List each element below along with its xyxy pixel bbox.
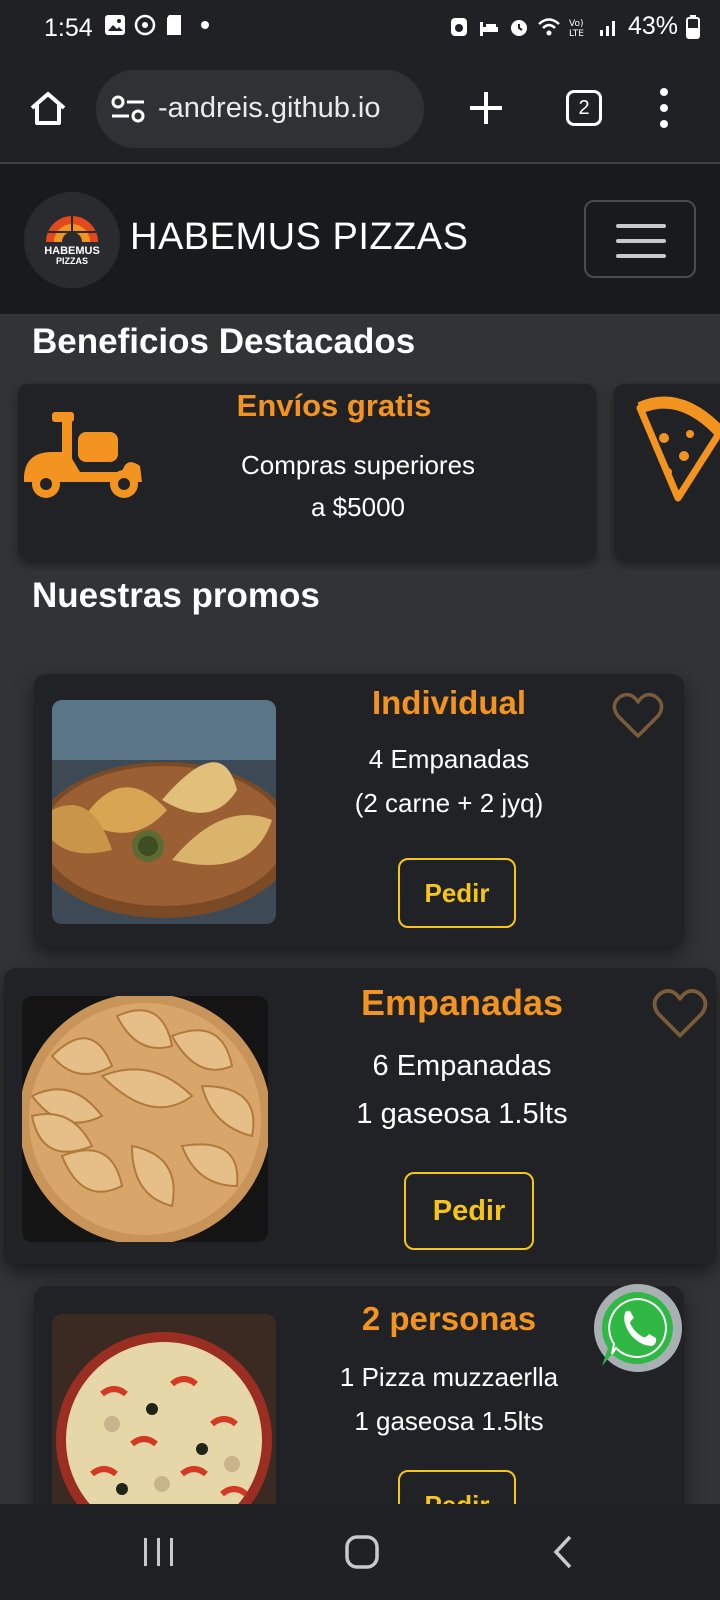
promo-line-2: 1 gaseosa 1.5lts	[354, 1406, 544, 1436]
site-navbar: HABEMUS PIZZAS HABEMUS PIZZAS	[0, 164, 720, 314]
promo-line-1: 6 Empanadas	[372, 1050, 552, 1082]
home-nav-icon[interactable]	[344, 1534, 380, 1570]
recent-apps-icon[interactable]	[142, 1536, 176, 1568]
dot-icon	[201, 21, 209, 29]
promo-card-individual: Individual 4 Empanadas (2 carne + 2 jyq)…	[34, 674, 684, 946]
system-navigation-bar	[0, 1504, 720, 1600]
promo-title: Individual	[371, 684, 526, 721]
benefit-title: Envíos gratis	[236, 388, 432, 423]
whatsapp-icon[interactable]	[592, 1282, 684, 1374]
status-bar: 1:54 Vo) LTE 43%	[0, 0, 720, 56]
back-icon[interactable]	[552, 1534, 574, 1570]
empanadas-round-tray-photo	[22, 996, 268, 1242]
promo-line-2: (2 carne + 2 jyq)	[354, 788, 544, 818]
promo-line-1: 4 Empanadas	[368, 744, 530, 774]
favorite-heart-icon[interactable]	[652, 988, 708, 1040]
home-icon[interactable]	[26, 86, 70, 130]
battery-icon	[686, 14, 700, 39]
benefit-card-2	[614, 384, 720, 560]
promo-line-1: 1 Pizza muzzaerlla	[339, 1362, 559, 1392]
promos-heading: Nuestras promos	[32, 576, 320, 615]
benefit-line-2: a $5000	[311, 492, 405, 522]
promo-card-2-personas: 2 personas 1 Pizza muzzaerlla 1 gaseosa …	[34, 1286, 684, 1504]
pizza-slice-icon	[636, 396, 720, 502]
logo-text-2: PIZZAS	[56, 256, 88, 266]
benefit-card: Envíos gratis Compras superiores a $5000	[18, 384, 596, 560]
battery-percent: 43%	[627, 12, 678, 40]
alarm-icon	[510, 19, 527, 36]
site-settings-icon[interactable]	[110, 94, 146, 124]
sync-icon	[134, 14, 156, 36]
benefits-heading: Beneficios Destacados	[32, 322, 416, 361]
svg-text:LTE: LTE	[569, 29, 584, 38]
signal-icon	[599, 20, 615, 36]
promo-line-2: 1 gaseosa 1.5lts	[356, 1098, 568, 1130]
promo-card-empanadas: Empanadas 6 Empanadas 1 gaseosa 1.5lts P…	[4, 968, 716, 1264]
pizza-oven-logo-icon: HABEMUS PIZZAS	[24, 192, 120, 288]
favorite-heart-icon[interactable]	[612, 692, 664, 740]
volte-icon: Vo)LTE	[569, 19, 584, 38]
pedir-button[interactable]: Pedir	[398, 858, 516, 928]
hamburger-icon	[616, 224, 666, 228]
recycle-icon	[450, 17, 467, 36]
brand-name[interactable]: HABEMUS PIZZAS	[130, 216, 469, 259]
address-bar[interactable]: -andreis.github.io	[96, 70, 424, 148]
navbar-toggle-button[interactable]	[584, 200, 696, 278]
site-logo[interactable]: HABEMUS PIZZAS	[24, 192, 120, 288]
pedir-button[interactable]: Pedir	[398, 1470, 516, 1504]
image-icon	[105, 15, 125, 35]
benefit-line-1: Compras superiores	[240, 450, 476, 480]
promo-title: 2 personas	[361, 1300, 537, 1337]
svg-text:Vo): Vo)	[569, 19, 583, 29]
sleep-icon	[479, 21, 498, 36]
more-menu-icon[interactable]	[654, 86, 674, 130]
wifi-icon	[538, 17, 560, 35]
empanadas-board-photo	[52, 700, 276, 924]
pizza-photo	[52, 1314, 276, 1504]
promo-title: Empanadas	[360, 982, 564, 1023]
browser-toolbar: -andreis.github.io 2	[0, 56, 720, 164]
new-tab-icon[interactable]	[466, 88, 506, 128]
status-time: 1:54	[44, 14, 93, 42]
pedir-button[interactable]: Pedir	[404, 1172, 534, 1250]
tab-switcher-button[interactable]: 2	[566, 90, 602, 126]
sd-card-icon	[167, 15, 181, 35]
url-text: -andreis.github.io	[158, 92, 381, 124]
